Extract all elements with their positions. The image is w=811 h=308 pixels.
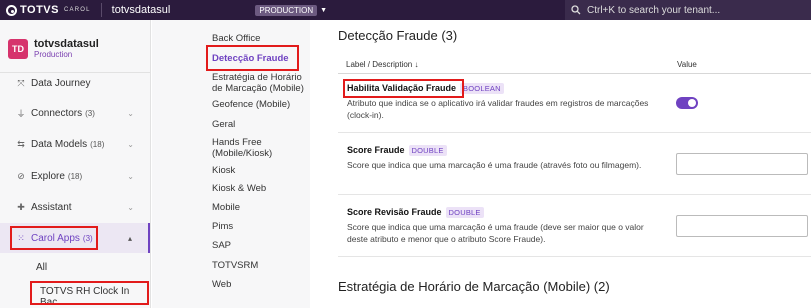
score-revisao-fraude-input[interactable]	[676, 215, 808, 237]
settings-nav-item[interactable]: Web	[212, 279, 307, 290]
logo-subtext: CAROL	[63, 7, 91, 13]
settings-nav: Back Office Detecção Fraude Estratégia d…	[152, 20, 310, 308]
search-icon	[571, 5, 581, 15]
chevron-down-icon[interactable]: ⌄	[127, 109, 134, 118]
app-header[interactable]: TD totvsdatasul Production	[8, 38, 99, 59]
sidebar-item-label: Data Journey	[31, 77, 91, 89]
environment-selector[interactable]: PRODUCTION	[255, 4, 318, 16]
search-placeholder: Ctrl+K to search your tenant...	[587, 4, 721, 16]
app-environment: Production	[34, 50, 73, 59]
chevron-down-icon[interactable]: ⌄	[127, 203, 134, 212]
sidebar-item-assistant[interactable]: ✚ Assistant ⌄	[0, 192, 150, 222]
chevron-down-icon[interactable]: ⌄	[127, 172, 134, 181]
compass-icon: ⊘	[17, 170, 25, 181]
section-title: Detecção Fraude (3)	[338, 28, 458, 43]
settings-nav-item[interactable]: SAP	[212, 240, 307, 251]
sidebar-subitem-all[interactable]: All	[36, 262, 47, 273]
settings-nav-item[interactable]: Pims	[212, 221, 307, 232]
settings-content: Detecção Fraude (3) Label / Description …	[310, 20, 811, 308]
sidebar-item-count: (18)	[67, 171, 83, 181]
sidebar-item-label: Data Models	[31, 138, 88, 150]
chevron-up-icon[interactable]: ▴	[128, 234, 132, 243]
settings-nav-item[interactable]: Estratégia de Horário de Marcação (Mobil…	[212, 72, 307, 94]
setting-label: Habilita Validação Fraude BOOLEAN	[347, 83, 504, 94]
table-row: Score Revisão Fraude DOUBLE Score que ind…	[338, 195, 811, 257]
settings-nav-item[interactable]: Kiosk & Web	[212, 183, 307, 194]
topbar-divider	[100, 3, 102, 17]
setting-description: Atributo que indica se o aplicativo irá …	[347, 98, 649, 120]
sidebar-item-label: Assistant	[31, 201, 72, 213]
apps-grid-icon: ⁙	[17, 232, 25, 243]
next-section-title: Estratégia de Horário de Marcação (Mobil…	[338, 279, 610, 294]
sidebar-subitem-totvs-rh[interactable]: TOTVS RH Clock In Bac...	[40, 286, 150, 308]
sidebar-item-data-journey[interactable]: ⤧ Data Journey	[0, 68, 150, 98]
sidebar-item-data-models[interactable]: ⇆ Data Models (18) ⌄	[0, 129, 150, 159]
sidebar-item-carol-apps[interactable]: ⁙ Carol Apps (3) ▴	[0, 223, 150, 253]
settings-nav-item[interactable]: TOTVSRM	[212, 260, 307, 271]
settings-nav-item[interactable]: Hands Free (Mobile/Kiosk)	[212, 137, 307, 159]
habilita-validacao-toggle[interactable]	[676, 97, 698, 109]
column-header-label[interactable]: Label / Description ↓	[346, 60, 419, 69]
type-badge: BOOLEAN	[460, 83, 504, 94]
sidebar-item-count: (3)	[82, 233, 93, 243]
sidebar-item-count: (3)	[85, 108, 95, 118]
assistant-icon: ✚	[17, 201, 25, 212]
setting-label: Score Fraude DOUBLE	[347, 145, 447, 156]
data-models-icon: ⇆	[17, 138, 25, 149]
setting-label: Score Revisão Fraude DOUBLE	[347, 207, 484, 218]
column-header-value: Value	[677, 60, 697, 69]
journey-icon: ⤧	[17, 77, 25, 88]
logo-text: TOTVS	[20, 4, 59, 16]
settings-nav-item[interactable]: Geofence (Mobile)	[212, 99, 307, 110]
global-search[interactable]: Ctrl+K to search your tenant...	[565, 0, 811, 20]
sidebar-item-label: Connectors	[31, 107, 83, 119]
setting-description: Score que indica que uma marcação é uma …	[347, 160, 642, 170]
main-sidebar: TD totvsdatasul Production ⤧ Data Journe…	[0, 20, 151, 308]
score-fraude-input[interactable]	[676, 153, 808, 175]
chevron-down-icon[interactable]: ▼	[320, 7, 327, 14]
sort-arrow-icon: ↓	[414, 60, 419, 69]
sidebar-item-explore[interactable]: ⊘ Explore (18) ⌄	[0, 161, 150, 191]
top-bar: TOTVS CAROL totvsdatasul PRODUCTION ▼ Ct…	[0, 0, 811, 20]
settings-nav-item[interactable]: Kiosk	[212, 165, 307, 176]
tenant-name: totvsdatasul	[111, 4, 171, 16]
setting-description: Score que indica que uma marcação é uma …	[347, 222, 644, 244]
type-badge: DOUBLE	[408, 145, 447, 156]
table-row: Habilita Validação Fraude BOOLEAN Atribut…	[338, 75, 811, 133]
app-name: totvsdatasul	[34, 38, 99, 50]
sidebar-item-count: (18)	[90, 139, 105, 149]
settings-nav-item-active[interactable]: Detecção Fraude	[212, 53, 307, 64]
settings-nav-item[interactable]: Geral	[212, 119, 307, 130]
table-row: Score Fraude DOUBLE Score que indica que …	[338, 133, 811, 195]
settings-nav-item[interactable]: Back Office	[212, 33, 307, 44]
totvs-logo[interactable]: TOTVS CAROL	[6, 4, 91, 16]
table-header: Label / Description ↓ Value	[338, 60, 811, 74]
chevron-down-icon[interactable]: ⌄	[127, 140, 134, 149]
sidebar-item-label: Explore	[31, 170, 65, 182]
sidebar-item-label: Carol Apps	[31, 232, 80, 244]
plug-icon: ⏚	[16, 108, 26, 119]
sidebar-item-connectors[interactable]: ⏚ Connectors (3) ⌄	[0, 98, 150, 128]
totvs-logo-icon	[6, 4, 17, 16]
settings-nav-item[interactable]: Mobile	[212, 202, 307, 213]
type-badge: DOUBLE	[445, 207, 484, 218]
app-avatar: TD	[8, 38, 28, 59]
